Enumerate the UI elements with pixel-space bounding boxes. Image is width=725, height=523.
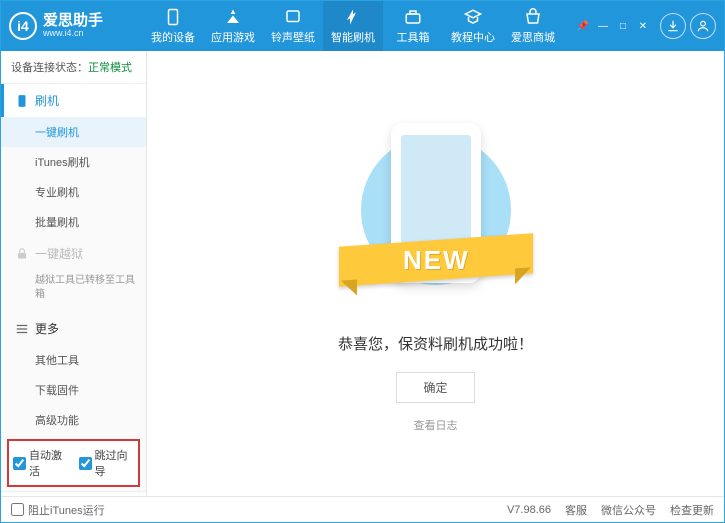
titlebar: i4 爱思助手 www.i4.cn 我的设备 应用游戏 铃声壁纸 智能刷机 工具… [1,1,724,51]
sidebar: 设备连接状态：正常模式 刷机 一键刷机 iTunes刷机 专业刷机 批量刷机 一… [1,51,147,496]
sidebar-item-download-firmware[interactable]: 下载固件 [1,375,146,405]
body: 设备连接状态：正常模式 刷机 一键刷机 iTunes刷机 专业刷机 批量刷机 一… [1,51,724,496]
download-button[interactable] [660,13,686,39]
top-nav: 我的设备 应用游戏 铃声壁纸 智能刷机 工具箱 教程中心 爱思商城 [143,1,576,51]
view-log-link[interactable]: 查看日志 [414,417,458,433]
nav-smart-flash[interactable]: 智能刷机 [323,1,383,51]
minimize-button[interactable]: — [596,19,610,33]
sidebar-item-pro-flash[interactable]: 专业刷机 [1,177,146,207]
titlebar-right: 📌 — □ ✕ [576,13,716,39]
checkbox-highlight-row: 自动激活 跳过向导 [7,439,140,487]
brand-name: 爱思助手 [43,13,103,30]
pin-button[interactable]: 📌 [576,19,590,33]
success-message: 恭喜您，保资料刷机成功啦！ [338,333,533,354]
checkbox-block-itunes[interactable]: 阻止iTunes运行 [11,502,105,518]
app-window: i4 爱思助手 www.i4.cn 我的设备 应用游戏 铃声壁纸 智能刷机 工具… [0,0,725,523]
nav-toolbox[interactable]: 工具箱 [383,1,443,51]
version-label: V7.98.66 [507,504,551,516]
success-illustration: NEW [351,115,521,315]
close-button[interactable]: ✕ [636,19,650,33]
lock-icon [15,247,29,261]
checkbox-auto-activate[interactable]: 自动激活 [13,447,69,479]
customer-service-link[interactable]: 客服 [565,502,587,518]
sidebar-item-advanced[interactable]: 高级功能 [1,405,146,435]
jailbreak-note: 越狱工具已转移至工具箱 [1,270,146,312]
section-flash[interactable]: 刷机 [1,84,146,117]
section-jailbreak: 一键越狱 [1,237,146,270]
checkbox-skip-guide[interactable]: 跳过向导 [79,447,135,479]
nav-my-device[interactable]: 我的设备 [143,1,203,51]
brand-url: www.i4.cn [43,29,103,39]
main-content: NEW 恭喜您，保资料刷机成功啦！ 确定 查看日志 [147,51,724,496]
statusbar: 阻止iTunes运行 V7.98.66 客服 微信公众号 检查更新 [1,496,724,522]
sidebar-item-batch-flash[interactable]: 批量刷机 [1,207,146,237]
logo[interactable]: i4 爱思助手 www.i4.cn [9,12,143,40]
menu-icon [15,322,29,336]
check-update-link[interactable]: 检查更新 [670,502,714,518]
logo-icon: i4 [9,12,37,40]
sidebar-item-other-tools[interactable]: 其他工具 [1,345,146,375]
window-buttons: 📌 — □ ✕ [576,19,650,33]
section-more[interactable]: 更多 [1,312,146,345]
sidebar-item-one-click-flash[interactable]: 一键刷机 [1,117,146,147]
ok-button[interactable]: 确定 [396,372,474,403]
nav-apps-games[interactable]: 应用游戏 [203,1,263,51]
connection-status: 设备连接状态：正常模式 [1,51,146,84]
nav-ringtones-wallpapers[interactable]: 铃声壁纸 [263,1,323,51]
sidebar-item-itunes-flash[interactable]: iTunes刷机 [1,147,146,177]
maximize-button[interactable]: □ [616,19,630,33]
user-button[interactable] [690,13,716,39]
nav-tutorials[interactable]: 教程中心 [443,1,503,51]
nav-store[interactable]: 爱思商城 [503,1,563,51]
phone-icon [15,94,29,108]
wechat-link[interactable]: 微信公众号 [601,502,656,518]
